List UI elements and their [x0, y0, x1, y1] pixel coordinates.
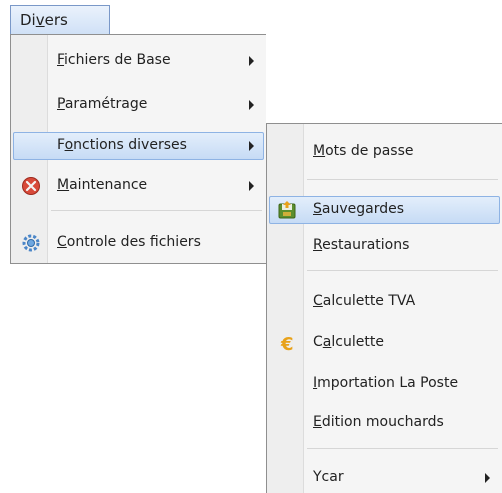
submenu-item-mots-de-passe[interactable]: Mots de passe	[269, 138, 500, 166]
submenu-item-edition-mouchards[interactable]: Edition mouchards	[269, 409, 500, 437]
submenu-arrow-icon	[249, 141, 254, 151]
backup-icon	[277, 200, 297, 220]
menu-item-label: Controle des fichiers	[57, 234, 201, 250]
menu-item-fichiers-de-base[interactable]: Fichiers de Base	[13, 47, 264, 75]
submenu-arrow-icon	[249, 56, 254, 66]
menu-item-label: Fichiers de Base	[57, 52, 171, 68]
submenu-item-restaurations[interactable]: Restaurations	[269, 232, 500, 260]
svg-text:€: €	[280, 334, 294, 353]
submenu-item-sauvegardes[interactable]: Sauvegardes	[269, 196, 500, 224]
menu-item-label: Calculette	[313, 334, 384, 350]
menu-item-label: Paramétrage	[57, 96, 148, 112]
maintenance-tools-icon	[21, 176, 41, 196]
menu-item-label: Ycar	[313, 469, 344, 485]
menu-item-label: Maintenance	[57, 177, 148, 193]
euro-icon: €	[277, 333, 297, 355]
menubar-item-divers[interactable]: Divers	[10, 5, 110, 35]
menubar-item-label: Divers	[20, 11, 68, 29]
submenu-arrow-icon	[485, 473, 490, 483]
submenu-item-calculette-tva[interactable]: Calculette TVA	[269, 288, 500, 316]
menu-item-label: Fonctions diverses	[57, 137, 187, 153]
menu-separator	[307, 448, 498, 449]
menu-separator	[307, 270, 498, 271]
menu-item-label: Sauvegardes	[313, 201, 405, 217]
submenu-item-calculette[interactable]: € Calculette	[269, 329, 500, 357]
menu-item-maintenance[interactable]: Maintenance	[13, 172, 264, 200]
menu-item-label: Mots de passe	[313, 143, 414, 159]
menu-item-fonctions-diverses[interactable]: Fonctions diverses	[13, 132, 264, 160]
menu-separator	[51, 210, 262, 211]
submenu-arrow-icon	[249, 100, 254, 110]
menu-item-label: Importation La Poste	[313, 375, 459, 391]
menu-item-label: Calculette TVA	[313, 293, 416, 309]
divers-menu: Fichiers de Base Paramétrage Fonctions d…	[10, 34, 266, 264]
menu-item-label: Edition mouchards	[313, 414, 444, 430]
fonctions-diverses-submenu: Mots de passe Sauvegardes Restaurations …	[266, 123, 502, 493]
submenu-item-importation-la-poste[interactable]: Importation La Poste	[269, 370, 500, 398]
menu-item-parametrage[interactable]: Paramétrage	[13, 91, 264, 119]
submenu-item-ycar[interactable]: Ycar	[269, 464, 500, 492]
menu-separator	[307, 179, 498, 180]
submenu-arrow-icon	[249, 181, 254, 191]
menu-item-label: Restaurations	[313, 237, 410, 253]
menu-item-controle-des-fichiers[interactable]: Controle des fichiers	[13, 229, 264, 257]
settings-check-icon	[21, 233, 41, 253]
